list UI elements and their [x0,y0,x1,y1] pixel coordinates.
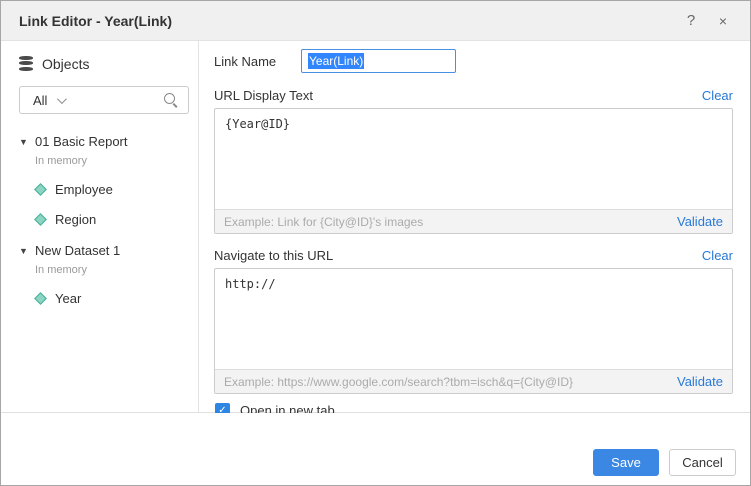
objects-header: Objects [19,55,188,73]
objects-sidebar: Objects All ▼ 01 Basic Report In memory [1,41,199,412]
objects-stack-icon [19,56,33,73]
tree-item-region[interactable]: Region [35,212,188,227]
filter-selected-value[interactable]: All [33,93,47,108]
url-example: Example: https://www.google.com/search?t… [224,375,573,389]
title-bar: Link Editor - Year(Link) ? × [1,1,750,41]
link-editor-dialog: Link Editor - Year(Link) ? × Objects All… [0,0,751,486]
chevron-down-icon[interactable] [57,94,67,104]
tree-group-subtitle: In memory [35,155,188,167]
url-validate-link[interactable]: Validate [677,374,723,389]
tree-item-employee[interactable]: Employee [35,182,188,197]
url-box: http:// Example: https://www.google.com/… [214,268,733,394]
display-text-label-row: URL Display Text Clear [214,87,733,103]
link-name-value: Year(Link) [308,53,364,69]
objects-tree: ▼ 01 Basic Report In memory Employee Reg… [19,134,188,306]
close-icon[interactable]: × [710,8,736,34]
object-filter-box[interactable]: All [19,86,189,114]
display-text-example: Example: Link for {City@ID}'s images [224,215,423,229]
tree-group-name[interactable]: 01 Basic Report [35,134,128,149]
url-textarea[interactable]: http:// [215,269,732,369]
tree-item-label[interactable]: Region [55,212,96,227]
tree-item-label[interactable]: Year [55,291,81,306]
url-label: Navigate to this URL [214,248,333,263]
tree-group-basic-report: ▼ 01 Basic Report In memory Employee Reg… [19,134,188,227]
link-name-input[interactable]: Year(Link) [301,49,456,73]
display-text-box: {Year@ID} Example: Link for {City@ID}'s … [214,108,733,234]
collapse-arrow-icon[interactable]: ▼ [19,246,35,256]
tree-item-year[interactable]: Year [35,291,188,306]
tree-group-header[interactable]: ▼ 01 Basic Report [19,134,188,149]
tree-group-new-dataset: ▼ New Dataset 1 In memory Year [19,243,188,306]
display-text-textarea[interactable]: {Year@ID} [215,109,732,209]
cancel-button[interactable]: Cancel [669,449,736,476]
display-text-validate-link[interactable]: Validate [677,214,723,229]
url-footer: Example: https://www.google.com/search?t… [215,369,732,393]
link-editor-form: Link Name Year(Link) URL Display Text Cl… [199,41,750,412]
tree-group-name[interactable]: New Dataset 1 [35,243,120,258]
tree-item-label[interactable]: Employee [55,182,113,197]
search-icon[interactable] [164,93,179,108]
link-name-row: Link Name Year(Link) [214,48,733,74]
link-name-label: Link Name [214,54,301,69]
dialog-title: Link Editor - Year(Link) [19,13,172,29]
display-text-clear-link[interactable]: Clear [702,88,733,103]
url-clear-link[interactable]: Clear [702,248,733,263]
save-button[interactable]: Save [593,449,659,476]
dialog-footer: Save Cancel [1,413,750,485]
display-text-label: URL Display Text [214,88,313,103]
attribute-diamond-icon [34,292,47,305]
help-icon[interactable]: ? [678,8,704,34]
collapse-arrow-icon[interactable]: ▼ [19,137,35,147]
objects-header-label: Objects [42,56,89,72]
url-label-row: Navigate to this URL Clear [214,247,733,263]
attribute-diamond-icon [34,183,47,196]
tree-group-header[interactable]: ▼ New Dataset 1 [19,243,188,258]
display-text-footer: Example: Link for {City@ID}'s images Val… [215,209,732,233]
tree-group-subtitle: In memory [35,264,188,276]
attribute-diamond-icon [34,213,47,226]
